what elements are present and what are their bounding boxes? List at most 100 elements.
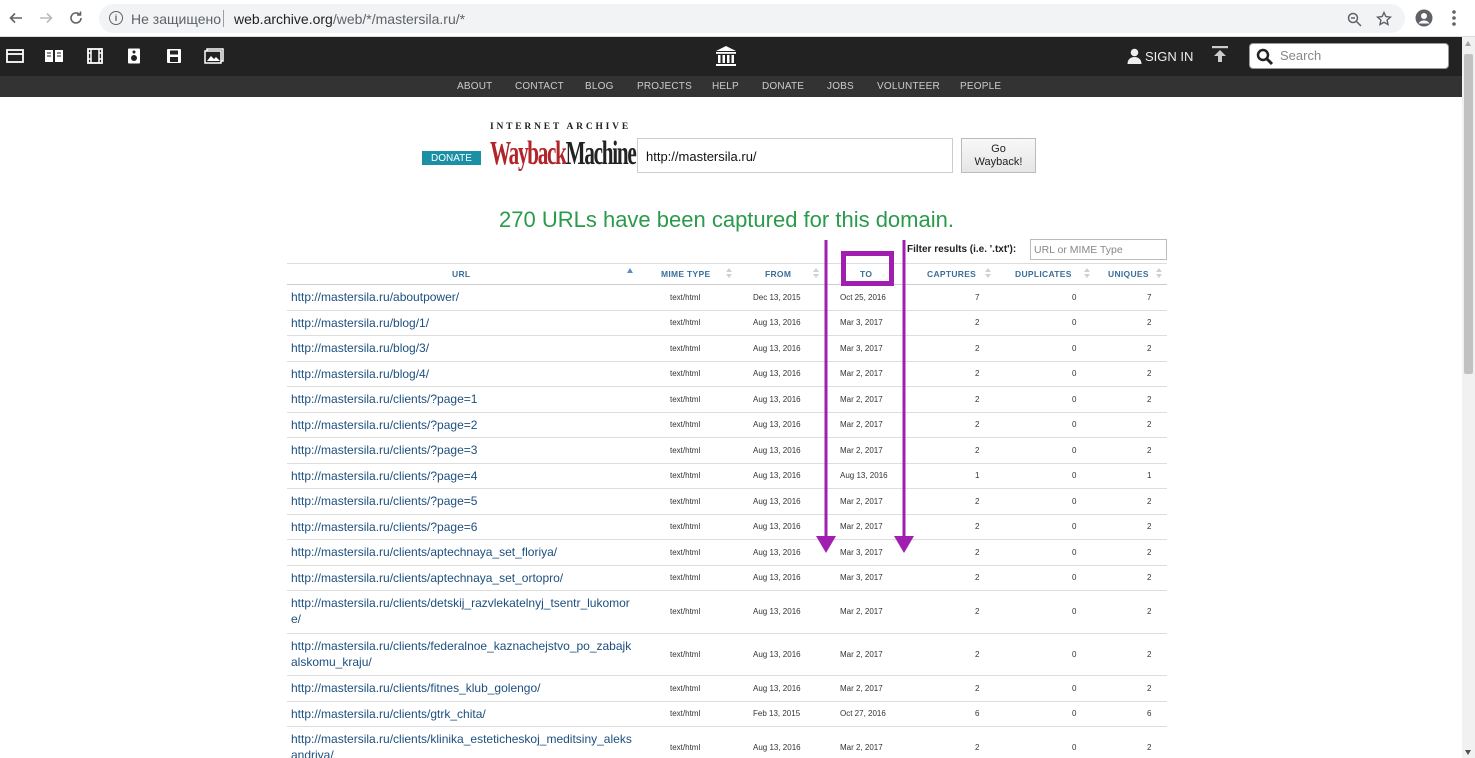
reload-icon[interactable] <box>66 8 86 28</box>
sign-in-link[interactable]: SIGN IN <box>1127 48 1193 64</box>
cell-uniques: 2 <box>1147 369 1152 379</box>
go-wayback-button[interactable]: Go Wayback! <box>961 138 1036 173</box>
sort-icon[interactable] <box>1156 268 1163 280</box>
account-icon[interactable] <box>1415 9 1433 27</box>
sort-icon[interactable] <box>985 268 992 280</box>
nav-volunteer[interactable]: VOLUNTEER <box>877 81 940 92</box>
sort-icon[interactable] <box>1084 268 1091 280</box>
cell-duplicates: 0 <box>1072 607 1077 617</box>
kebab-menu-icon[interactable] <box>1445 9 1463 27</box>
nav-donate[interactable]: DONATE <box>762 81 804 92</box>
column-header-to[interactable]: TO <box>860 269 872 279</box>
software-icon[interactable] <box>164 47 184 65</box>
texts-icon[interactable] <box>44 47 64 65</box>
cell-from: Dec 13, 2015 <box>753 292 801 302</box>
cell-url[interactable]: http://mastersila.ru/clients/fitnes_klub… <box>291 680 891 696</box>
filter-input[interactable]: URL or MIME Type <box>1030 239 1167 260</box>
column-header-duplicates[interactable]: DUPLICATES <box>1015 269 1072 279</box>
archive-logo-icon[interactable] <box>714 44 738 68</box>
cell-to: Mar 3, 2017 <box>840 573 883 583</box>
table-row: http://mastersila.ru/clients/aptechnaya_… <box>287 566 1167 591</box>
donate-button[interactable]: DONATE <box>422 151 481 165</box>
table-row: http://mastersila.ru/clients/?page=1 text… <box>287 387 1167 413</box>
cell-url[interactable]: http://mastersila.ru/clients/?page=4 <box>291 468 891 484</box>
wayback-url-input[interactable]: http://mastersila.ru/ <box>637 138 953 173</box>
images-icon[interactable] <box>204 47 224 65</box>
column-header-mime[interactable]: MIME TYPE <box>661 269 710 279</box>
cell-url[interactable]: http://mastersila.ru/clients/?page=2 <box>291 417 891 433</box>
table-row: http://mastersila.ru/clients/?page=3 text… <box>287 438 1167 464</box>
cell-from: Aug 13, 2016 <box>753 496 801 506</box>
scroll-down-arrow-icon[interactable] <box>1465 750 1471 755</box>
cell-duplicates: 0 <box>1072 573 1077 583</box>
upload-icon[interactable] <box>1211 45 1229 65</box>
cell-captures: 2 <box>975 445 980 455</box>
column-header-uniques[interactable]: UNIQUES <box>1108 269 1149 279</box>
cell-duplicates: 0 <box>1072 683 1077 693</box>
cell-to: Mar 2, 2017 <box>840 607 883 617</box>
cell-url[interactable]: http://mastersila.ru/clients/federalnoe_… <box>291 638 636 670</box>
cell-url[interactable]: http://mastersila.ru/clients/gtrk_chita/ <box>291 706 891 722</box>
zoom-icon[interactable] <box>1345 10 1363 28</box>
scroll-up-arrow-icon[interactable] <box>1465 41 1471 46</box>
page-scrollbar[interactable] <box>1462 37 1475 758</box>
cell-to: Mar 3, 2017 <box>840 547 883 557</box>
cell-mime: text/html <box>670 743 701 753</box>
cell-uniques: 6 <box>1147 709 1152 719</box>
cell-mime: text/html <box>670 343 701 353</box>
back-arrow-icon[interactable] <box>6 8 26 28</box>
address-bar[interactable]: i Не защищено web.archive.org/web/*/mast… <box>99 4 1405 33</box>
search-placeholder: Search <box>1280 48 1322 63</box>
nav-contact[interactable]: CONTACT <box>515 81 564 92</box>
cell-url[interactable]: http://mastersila.ru/blog/1/ <box>291 315 891 331</box>
cell-from: Aug 13, 2016 <box>753 369 801 379</box>
sort-ascending-icon[interactable] <box>627 268 633 273</box>
bookmark-star-icon[interactable] <box>1375 10 1393 28</box>
cell-duplicates: 0 <box>1072 743 1077 753</box>
cell-uniques: 2 <box>1147 420 1152 430</box>
cell-mime: text/html <box>670 496 701 506</box>
nav-blog[interactable]: BLOG <box>585 81 614 92</box>
table-row: http://mastersila.ru/clients/?page=6 text… <box>287 515 1167 540</box>
cell-to: Aug 13, 2016 <box>840 471 888 481</box>
cell-from: Aug 13, 2016 <box>753 607 801 617</box>
sort-icon[interactable] <box>813 268 820 280</box>
cell-url[interactable]: http://mastersila.ru/clients/?page=6 <box>291 519 891 535</box>
capture-count-headline: 270 URLs have been captured for this dom… <box>499 207 954 232</box>
cell-url[interactable]: http://mastersila.ru/blog/4/ <box>291 366 891 382</box>
nav-people[interactable]: PEOPLE <box>960 81 1001 92</box>
cell-url[interactable]: http://mastersila.ru/clients/?page=1 <box>291 391 891 407</box>
site-search-box[interactable]: Search <box>1249 43 1449 69</box>
cell-url[interactable]: http://mastersila.ru/clients/aptechnaya_… <box>291 570 891 586</box>
cell-url[interactable]: http://mastersila.ru/clients/detskij_raz… <box>291 595 636 627</box>
cell-url[interactable]: http://mastersila.ru/blog/3/ <box>291 340 891 356</box>
cell-url[interactable]: http://mastersila.ru/clients/aptechnaya_… <box>291 544 891 560</box>
column-header-url[interactable]: URL <box>452 269 470 279</box>
wayback-machine-logo[interactable]: WaybackMachine <box>490 134 637 174</box>
cell-url[interactable]: http://mastersila.ru/aboutpower/ <box>291 289 891 305</box>
web-icon[interactable] <box>5 47 25 65</box>
search-icon <box>1256 48 1274 66</box>
cell-url[interactable]: http://mastersila.ru/clients/?page=3 <box>291 442 891 458</box>
cell-uniques: 2 <box>1147 445 1152 455</box>
video-icon[interactable] <box>85 47 105 65</box>
cell-captures: 2 <box>975 573 980 583</box>
nav-jobs[interactable]: JOBS <box>827 81 854 92</box>
scrollbar-thumb[interactable] <box>1464 54 1473 374</box>
nav-help[interactable]: HELP <box>712 81 739 92</box>
audio-icon[interactable] <box>124 47 144 65</box>
forward-arrow-icon[interactable] <box>36 8 56 28</box>
sort-icon[interactable] <box>726 268 733 280</box>
cell-captures: 2 <box>975 743 980 753</box>
address-url[interactable]: web.archive.org/web/*/mastersila.ru/* <box>234 11 465 27</box>
cell-captures: 2 <box>975 547 980 557</box>
cell-url[interactable]: http://mastersila.ru/clients/?page=5 <box>291 493 891 509</box>
cell-url[interactable]: http://mastersila.ru/clients/klinika_est… <box>291 731 636 758</box>
nav-projects[interactable]: PROJECTS <box>637 81 692 92</box>
nav-about[interactable]: ABOUT <box>457 81 492 92</box>
cell-duplicates: 0 <box>1072 292 1077 302</box>
cell-duplicates: 0 <box>1072 445 1077 455</box>
column-header-from[interactable]: FROM <box>765 269 791 279</box>
column-header-captures[interactable]: CAPTURES <box>927 269 976 279</box>
info-icon[interactable]: i <box>109 11 123 25</box>
